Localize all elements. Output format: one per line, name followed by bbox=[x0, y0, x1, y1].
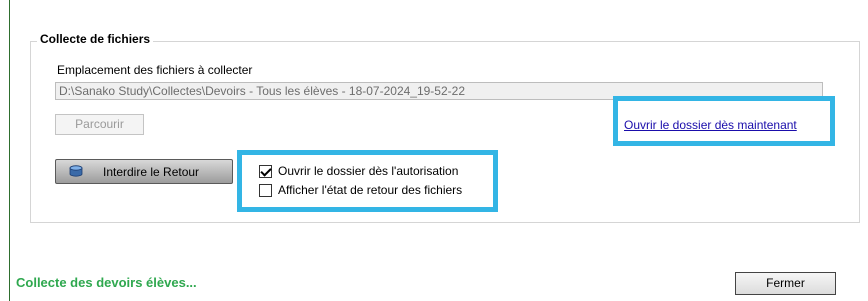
browse-button[interactable]: Parcourir bbox=[55, 114, 144, 135]
option-label: Ouvrir le dossier dès l'autorisation bbox=[278, 164, 459, 178]
database-icon bbox=[69, 165, 83, 177]
close-button[interactable]: Fermer bbox=[735, 272, 836, 295]
window-edge-line bbox=[9, 0, 10, 301]
status-text: Collecte des devoirs élèves... bbox=[16, 275, 197, 290]
deny-return-button[interactable]: Interdire le Retour bbox=[55, 159, 233, 184]
location-label: Emplacement des fichiers à collecter bbox=[57, 63, 253, 77]
deny-return-label: Interdire le Retour bbox=[103, 165, 200, 179]
group-title: Collecte de fichiers bbox=[37, 32, 154, 46]
checkbox-show-return-status[interactable] bbox=[259, 183, 272, 197]
option-label: Afficher l'état de retour des fichiers bbox=[278, 183, 463, 197]
highlight-box-open-link bbox=[613, 96, 835, 146]
checkbox-open-on-authorize[interactable] bbox=[259, 164, 272, 178]
option-show-return-status[interactable]: Afficher l'état de retour des fichiers bbox=[259, 182, 462, 198]
option-open-on-authorize[interactable]: Ouvrir le dossier dès l'autorisation bbox=[259, 163, 458, 179]
highlight-box-options bbox=[237, 150, 498, 212]
